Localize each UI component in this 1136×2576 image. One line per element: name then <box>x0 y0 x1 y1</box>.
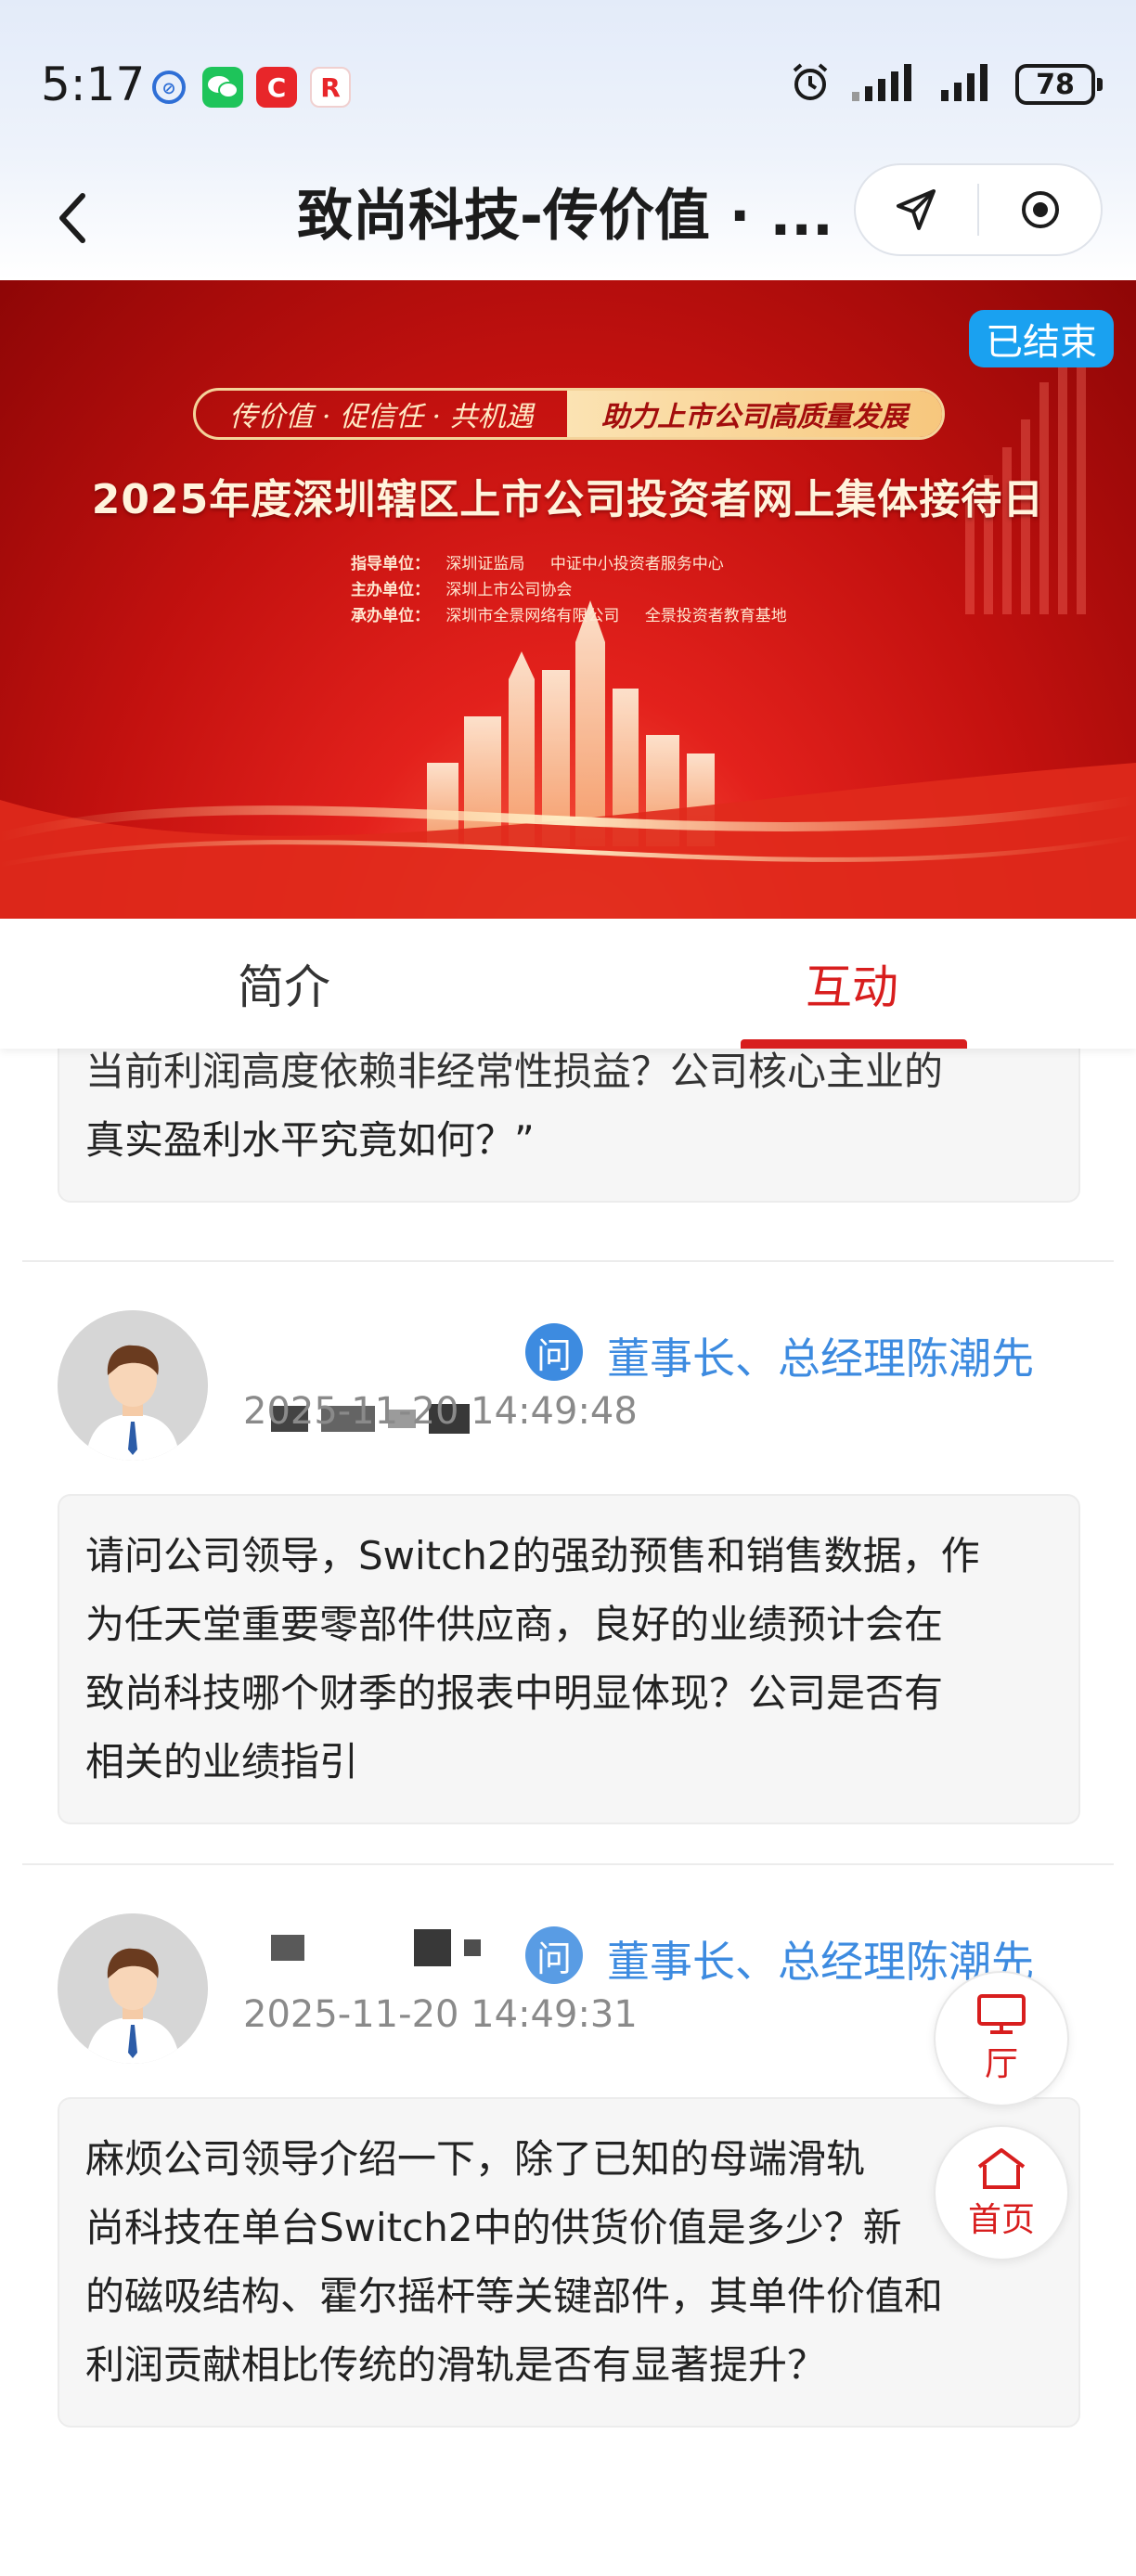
avatar <box>58 1310 208 1461</box>
back-button[interactable] <box>41 176 106 260</box>
nav-header: 致尚科技-传价值 · ... <box>0 156 1136 280</box>
record-button[interactable] <box>979 165 1101 254</box>
wechat-icon <box>202 67 243 108</box>
slogan-right: 助力上市公司高质量发展 <box>567 391 942 437</box>
home-label: 首页 <box>967 2201 1035 2239</box>
svg-text:⊘: ⊘ <box>161 79 175 98</box>
interaction-feed[interactable]: 当前利润高度依赖非经常性损益？公司核心主业的 真实盈利水平究竟如何？” 问 董事… <box>0 1049 1136 2576</box>
battery-level: 78 <box>1036 68 1075 101</box>
user-avatar-icon <box>58 1913 208 2064</box>
question-badge-icon: 问 <box>525 1926 583 1984</box>
masked-username <box>271 1925 481 1971</box>
tab-intro[interactable]: 简介 <box>0 919 568 1049</box>
page-title: 致尚科技-传价值 · ... <box>297 184 833 249</box>
miniprogram-capsule <box>854 163 1103 256</box>
event-status-badge: 已结束 <box>969 310 1114 367</box>
banner-organizers: 指导单位： 深圳证监局 中证中小投资者服务中心 主办单位： 深圳上市公司协会 承… <box>351 551 807 629</box>
send-icon <box>896 189 936 230</box>
post-divider <box>22 1260 1114 1262</box>
question-content: 麻烦公司领导介绍一下，除了已知的母端滑轨 尚科技在单台Switch2中的供货价值… <box>58 2097 1080 2428</box>
answerer-link[interactable]: 董事长、总经理陈潮先 <box>607 1325 1034 1386</box>
post-divider <box>22 1863 1114 1865</box>
organizer-row: 主办单位： 深圳上市公司协会 <box>351 581 573 599</box>
target-icon <box>1021 191 1059 228</box>
post-timestamp: 2025-11-20 14:49:31 <box>243 1993 638 2036</box>
home-icon <box>977 2148 1026 2189</box>
link-app-icon: ⊘ <box>148 67 189 108</box>
home-button[interactable]: 首页 <box>934 2125 1069 2260</box>
app-screen: 5:17 ⊘ C R 78 致尚科技-传价值 · ... 传价值 · 促信任 ·… <box>0 0 1136 2576</box>
question-badge-icon: 问 <box>525 1323 583 1381</box>
tab-bar: 简介 互动 <box>0 919 1136 1049</box>
post-timestamp: 2025-11-20 14:49:48 <box>243 1390 638 1433</box>
c-app-icon: C <box>256 67 297 108</box>
slogan-left: 传价值 · 促信任 · 共机遇 <box>229 401 534 433</box>
r-app-icon: R <box>310 67 351 108</box>
monitor-icon <box>977 1994 1026 2034</box>
share-button[interactable] <box>856 165 977 254</box>
status-bar: 5:17 ⊘ C R 78 <box>0 0 1136 156</box>
user-avatar-icon <box>58 1310 208 1461</box>
hall-label: 厅 <box>984 2045 1018 2083</box>
battery-icon: 78 <box>1015 64 1103 105</box>
tab-interaction[interactable]: 互动 <box>568 919 1136 1049</box>
hall-button[interactable]: 厅 <box>934 1971 1069 2106</box>
status-right-icons: 78 <box>789 61 1103 108</box>
signal-icon-1 <box>852 64 921 105</box>
avatar <box>58 1913 208 2064</box>
question-content: 请问公司领导，Switch2的强劲预售和销售数据，作 为任天堂重要零部件供应商，… <box>58 1494 1080 1824</box>
organizer-row: 承办单位： 深圳市全景网络有限公司 全景投资者教育基地 <box>351 607 787 625</box>
chevron-left-icon <box>59 193 85 243</box>
question-content: 当前利润高度依赖非经常性损益？公司核心主业的 真实盈利水平究竟如何？” <box>58 1049 1080 1203</box>
organizer-row: 指导单位： 深圳证监局 中证中小投资者服务中心 <box>351 555 724 573</box>
alarm-icon <box>789 61 832 108</box>
status-time: 5:17 <box>41 58 146 111</box>
signal-icon-2 <box>941 64 995 105</box>
banner-slogan: 传价值 · 促信任 · 共机遇 助力上市公司高质量发展 <box>193 388 945 440</box>
banner-headline: 2025年度深圳辖区上市公司投资者网上集体接待日 <box>91 476 1045 523</box>
event-banner: 传价值 · 促信任 · 共机遇 助力上市公司高质量发展 2025年度深圳辖区上市… <box>0 280 1136 919</box>
